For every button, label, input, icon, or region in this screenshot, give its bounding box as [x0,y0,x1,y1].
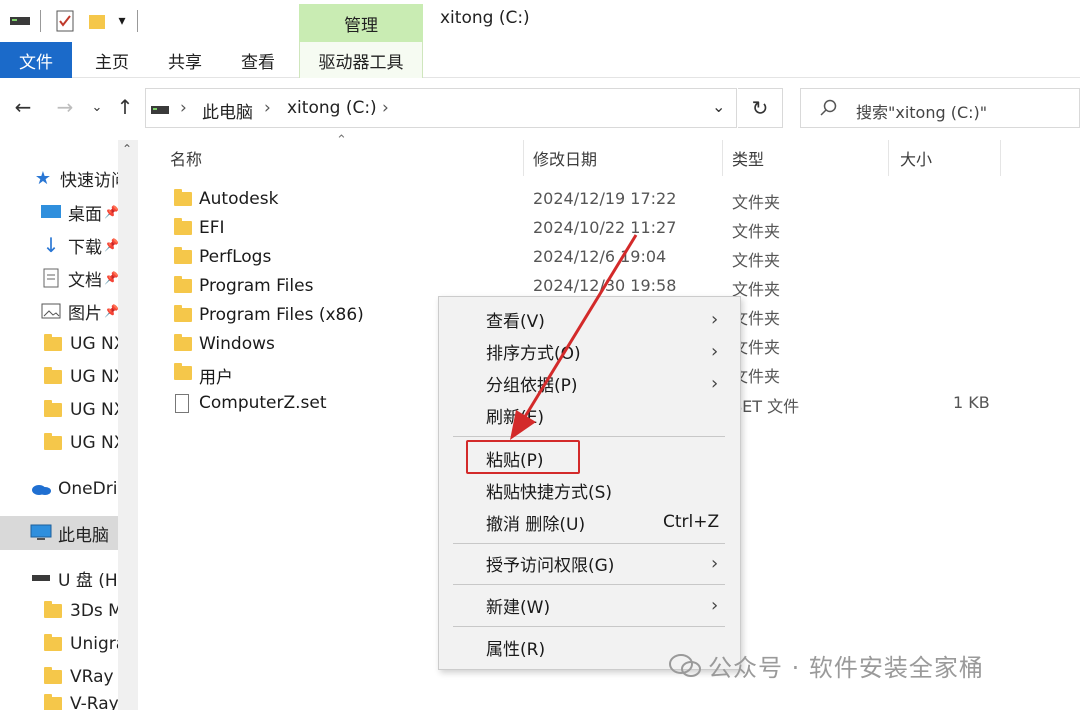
watermark: 公众号 · 软件安装全家桶 [668,648,984,686]
wechat-icon [668,652,702,686]
annotation-arrow-icon [510,234,638,440]
watermark-text: 公众号 · 软件安装全家桶 [708,654,984,682]
